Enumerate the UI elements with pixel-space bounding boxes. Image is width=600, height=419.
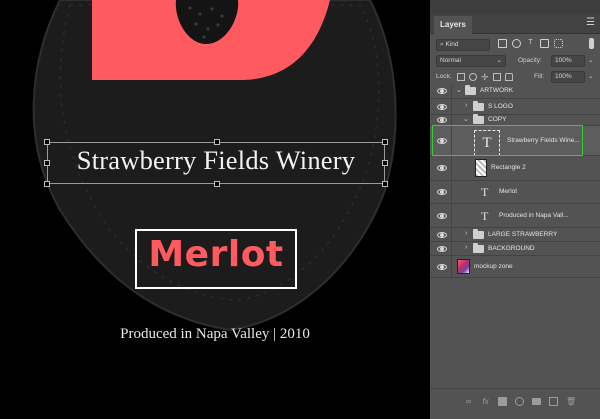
folder-icon [473, 114, 484, 124]
document-canvas[interactable]: Strawberry Fields Winery Merlot Produced… [0, 0, 430, 419]
chevron-right-icon[interactable]: › [465, 244, 467, 251]
type-icon: T [481, 185, 489, 199]
smart-object-filter-icon[interactable] [554, 39, 563, 48]
layer-row-merlot[interactable]: T Merlot [430, 181, 600, 204]
tab-layers[interactable]: Layers [434, 16, 472, 34]
new-layer-icon[interactable] [549, 397, 558, 406]
link-icon[interactable]: ∞ [464, 397, 473, 406]
lock-label: Lock: [436, 73, 452, 80]
layers-bottom-toolbar: ∞ fx 🗑 [430, 388, 600, 419]
transform-handle[interactable] [214, 181, 220, 187]
opacity-label: Opacity: [518, 57, 542, 64]
layer-name: Rectangle 2 [491, 164, 526, 171]
eye-icon[interactable] [437, 165, 447, 171]
panel-header-strip [430, 0, 600, 15]
lock-transparent-icon[interactable] [457, 73, 465, 81]
strawberry-artwork [32, 0, 397, 332]
chevron-down-icon: ⌄ [496, 57, 502, 64]
folder-icon [473, 242, 484, 253]
lock-artboard-icon[interactable] [493, 73, 501, 81]
layer-name: mockup zone [474, 262, 513, 270]
folder-icon [473, 100, 484, 111]
layer-row-strawberry-fields[interactable]: T Strawberry Fields Wine... [430, 126, 600, 156]
layer-name: Strawberry Fields Wine... [507, 136, 580, 144]
layer-name: ARTWORK [480, 87, 514, 94]
chevron-down-icon[interactable]: ⌄ [456, 86, 462, 94]
folder-icon[interactable] [532, 398, 541, 405]
layer-name: BACKGROUND [488, 244, 535, 252]
headline-text[interactable]: Strawberry Fields Winery [48, 145, 384, 176]
layer-row-background[interactable]: › BACKGROUND [430, 242, 600, 256]
eye-icon[interactable] [437, 117, 447, 123]
transform-handle[interactable] [44, 181, 50, 187]
wine-name-text[interactable]: Merlot [137, 234, 295, 275]
layer-row-mockup-zone[interactable]: mockup zone [430, 256, 600, 278]
eye-icon[interactable] [437, 231, 447, 238]
chevron-right-icon[interactable]: › [465, 102, 467, 109]
lock-pixels-icon[interactable] [469, 73, 477, 81]
produced-text[interactable]: Produced in Napa Valley | 2010 [0, 326, 430, 343]
shape-thumbnail [475, 159, 487, 177]
chevron-down-icon[interactable]: ⌄ [588, 55, 593, 67]
blend-row: Normal ⌄ Opacity: 100% ⌄ [430, 54, 600, 70]
mask-icon[interactable] [498, 397, 507, 406]
fill-field[interactable]: 100% [551, 71, 585, 83]
wine-label-rectangle[interactable]: Merlot [135, 229, 297, 289]
shape-filter-icon[interactable] [540, 39, 549, 48]
layer-name: Produced in Napa Vall... [499, 211, 569, 219]
layer-row-large-strawberry[interactable]: › LARGE STRAWBERRY [430, 228, 600, 242]
opacity-field[interactable]: 100% [551, 55, 585, 67]
layer-name: LARGE STRAWBERRY [488, 230, 558, 238]
type-icon: T [481, 208, 489, 223]
layer-name: COPY [488, 116, 507, 123]
layer-name: S LOGO [488, 102, 513, 110]
pixel-filter-icon[interactable] [498, 39, 507, 48]
blend-mode-select[interactable]: Normal ⌄ [436, 55, 506, 67]
text-layer-thumbnail: T [474, 130, 500, 156]
eye-icon[interactable] [437, 88, 447, 94]
eye-icon[interactable] [437, 245, 447, 252]
image-thumbnail [457, 259, 470, 274]
folder-icon [473, 228, 484, 239]
layer-row-produced[interactable]: T Produced in Napa Vall... [430, 204, 600, 228]
type-icon: T [482, 135, 492, 151]
adjustment-icon[interactable] [515, 397, 524, 406]
adjustment-filter-icon[interactable] [512, 39, 521, 48]
lock-position-icon[interactable]: ✛ [481, 73, 489, 82]
layers-panel: Layers ☰ ⌕ Kind T Normal ⌄ Opacity: 100%… [430, 0, 600, 419]
eye-icon[interactable] [437, 103, 447, 110]
eye-icon[interactable] [437, 263, 447, 270]
eye-icon[interactable] [437, 189, 447, 195]
chevron-right-icon[interactable]: › [465, 230, 467, 237]
chevron-down-icon[interactable]: ⌄ [463, 115, 469, 123]
lock-all-icon[interactable] [505, 73, 513, 81]
eye-icon[interactable] [437, 137, 447, 144]
folder-icon [465, 85, 476, 95]
filter-row: ⌕ Kind T [430, 37, 600, 53]
layer-row-copy[interactable]: ⌄ COPY [430, 114, 600, 126]
eye-icon[interactable] [437, 212, 447, 219]
type-filter-icon[interactable]: T [526, 39, 535, 48]
headline-transform-box[interactable]: Strawberry Fields Winery [44, 139, 388, 187]
fx-icon[interactable]: fx [481, 397, 490, 406]
layer-row-artwork[interactable]: ⌄ ARTWORK [430, 84, 600, 99]
trash-icon[interactable]: 🗑 [566, 397, 576, 406]
layer-name: Merlot [499, 188, 518, 195]
transform-handle[interactable] [382, 181, 388, 187]
panel-tab-row: Layers ☰ [430, 15, 600, 34]
chevron-down-icon[interactable]: ⌄ [588, 71, 593, 83]
filter-toggle[interactable] [589, 38, 594, 49]
layer-row-s-logo[interactable]: › S LOGO [430, 99, 600, 115]
fill-label: Fill: [534, 73, 545, 80]
filter-kind-select[interactable]: ⌕ Kind [436, 39, 490, 51]
layer-row-rectangle-2[interactable]: Rectangle 2 [430, 156, 600, 181]
hamburger-icon[interactable]: ☰ [586, 17, 595, 28]
